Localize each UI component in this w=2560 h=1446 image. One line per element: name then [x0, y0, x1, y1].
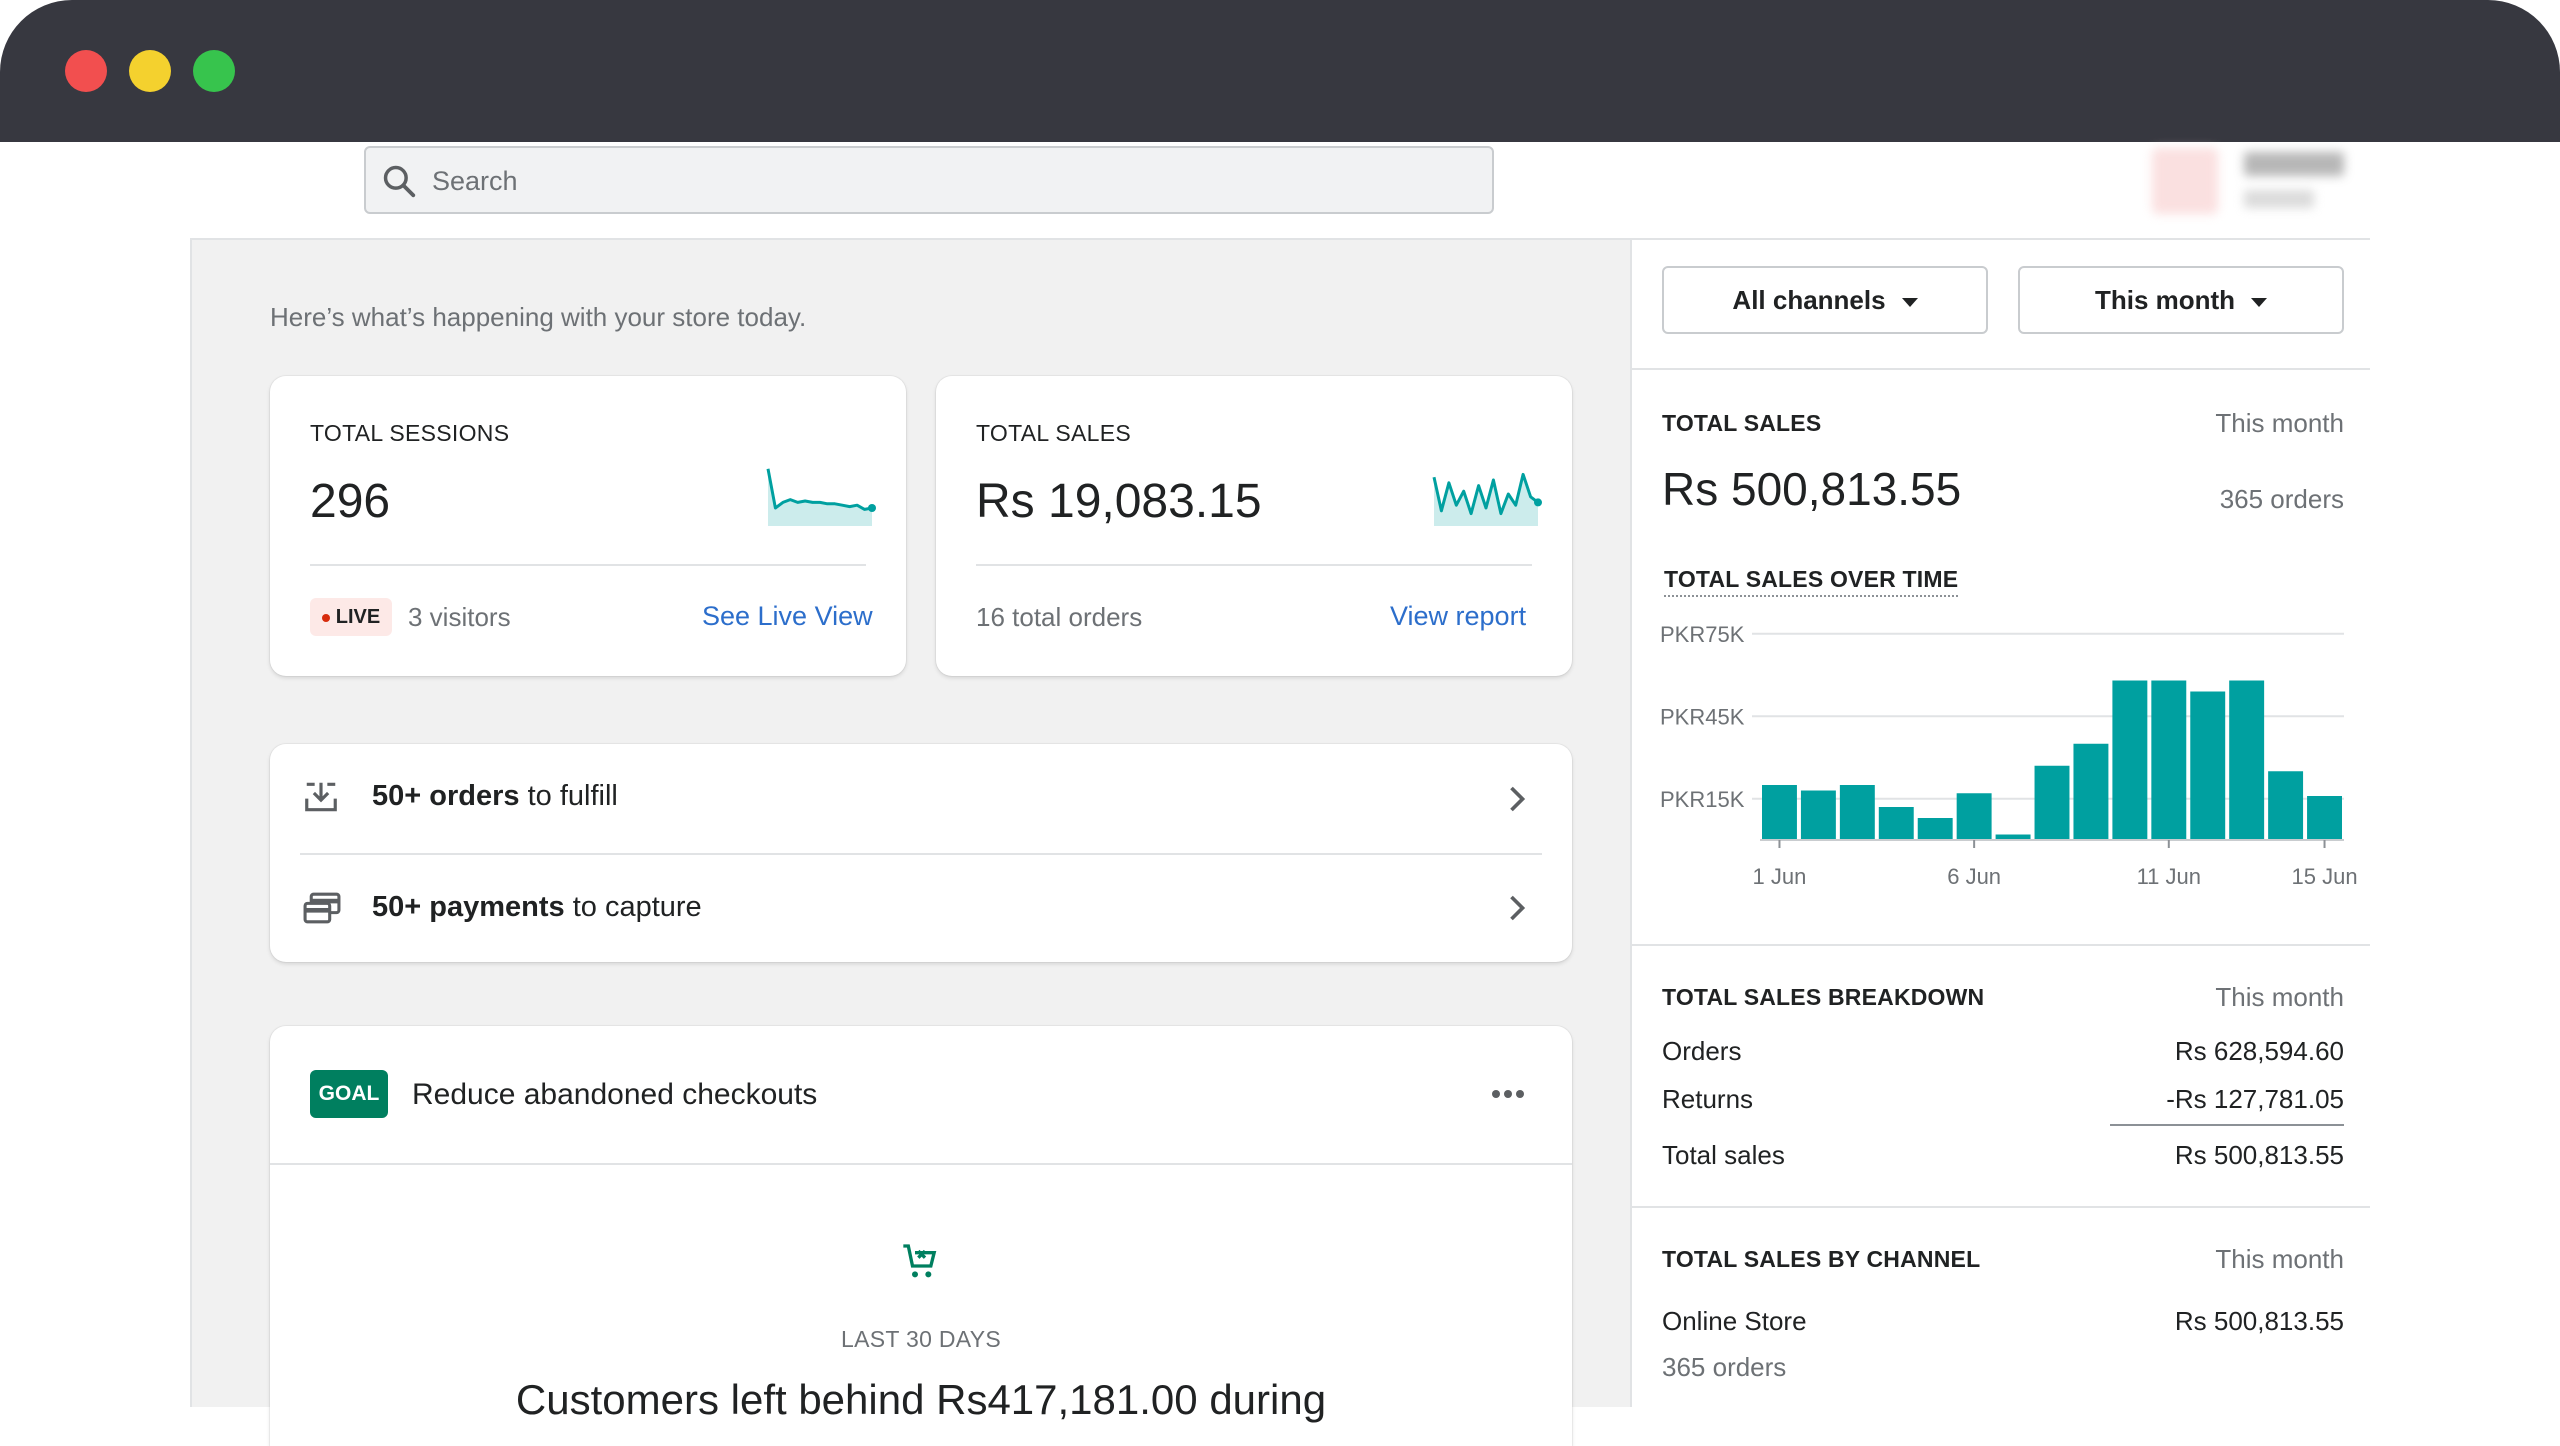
breakdown-orders-label: Orders: [1662, 1036, 1742, 1066]
period-filter-dropdown[interactable]: This month: [2018, 266, 2344, 334]
breakdown-orders-value: Rs 628,594.60: [2174, 1036, 2344, 1066]
search-icon: [383, 165, 416, 198]
y-tick-label: PKR75K: [1660, 622, 1745, 647]
divider: [1632, 368, 2370, 370]
chart-bar: [2151, 680, 2187, 840]
chevron-right-icon: [1510, 786, 1526, 812]
sparkline-area: [768, 468, 872, 526]
sales-sparkline: [1432, 472, 1542, 526]
visitors-count: 3 visitors: [408, 602, 511, 632]
channel-online-store-orders: 365 orders: [1662, 1352, 1787, 1382]
task-payments-action: to capture: [564, 891, 702, 923]
live-badge: LIVE: [310, 598, 392, 636]
chart-bar: [2307, 796, 2342, 840]
sessions-sparkline: [766, 468, 876, 526]
x-tick-label: 1 Jun: [1753, 864, 1807, 889]
caret-down-icon: [1901, 297, 1918, 307]
see-live-view-link[interactable]: See Live View: [702, 601, 873, 632]
chart-bar: [1800, 790, 1836, 840]
breakdown-sum-line: [2110, 1124, 2344, 1126]
download-tray-icon: [305, 782, 337, 812]
chevron-right-icon: [1510, 895, 1526, 921]
total-sales-orders: 365 orders: [2219, 484, 2344, 514]
task-payments-to-capture[interactable]: 50+ payments to capture: [270, 855, 1572, 962]
live-dot-icon: [321, 613, 330, 622]
by-channel-label: TOTAL SALES BY CHANNEL: [1662, 1246, 1981, 1272]
divider: [1632, 944, 2370, 946]
chart-bar: [2073, 743, 2109, 840]
chart-bar: [1917, 818, 1953, 840]
chart-bar: [2190, 691, 2226, 840]
sales-over-time-chart: PKR75K PKR45K PKR15K 1 Jun 6 Jun 11 Jun 15 Jun: [1660, 622, 2358, 889]
by-channel-period: This month: [2215, 1244, 2344, 1274]
chart-bar: [1762, 785, 1797, 840]
more-options-icon[interactable]: [1490, 1088, 1526, 1100]
sparkline-endpoint: [868, 504, 876, 512]
divider: [310, 564, 866, 566]
live-badge-label: LIVE: [335, 606, 381, 628]
page-subtitle: Here’s what’s happening with your store …: [270, 302, 807, 332]
divider: [1632, 1206, 2370, 1208]
x-tick-label: 6 Jun: [1947, 864, 2001, 889]
sessions-label: TOTAL SESSIONS: [310, 420, 510, 446]
breakdown-total-value: Rs 500,813.55: [2174, 1140, 2344, 1170]
period-filter-label: This month: [2094, 285, 2236, 315]
channel-online-store: Online Store: [1662, 1306, 1807, 1336]
chart-bar: [2229, 680, 2265, 840]
account-menu[interactable]: [2152, 148, 2352, 218]
window-titlebar: [0, 0, 2560, 142]
account-store-blurred: [2244, 190, 2314, 208]
chart-bar: [1956, 793, 1992, 840]
x-tick-label: 15 Jun: [2292, 864, 2358, 889]
chart-bar: [1878, 807, 1914, 840]
total-sales-label: TOTAL SALES: [1662, 410, 1822, 436]
chart-bar: [2268, 771, 2304, 840]
divider: [270, 1163, 1572, 1165]
breakdown-total-label: Total sales: [1662, 1140, 1785, 1170]
close-window-button[interactable]: [65, 50, 107, 92]
breakdown-period: This month: [2215, 982, 2344, 1012]
task-orders-count: 50+ orders: [372, 780, 520, 812]
task-payments-text: 50+ payments to capture: [372, 891, 702, 924]
view-report-link[interactable]: View report: [1390, 601, 1526, 632]
total-orders-count: 16 total orders: [976, 602, 1143, 632]
divider: [976, 564, 1532, 566]
maximize-window-button[interactable]: [193, 50, 235, 92]
chart-bar: [1839, 785, 1875, 840]
task-orders-action: to fulfill: [519, 780, 618, 812]
goal-title: Reduce abandoned checkouts: [412, 1078, 818, 1111]
sales-value: Rs 19,083.15: [976, 475, 1262, 528]
sparkline-endpoint: [1534, 498, 1542, 507]
sales-over-time-label[interactable]: TOTAL SALES OVER TIME: [1664, 566, 1959, 597]
avatar: [2152, 148, 2218, 214]
channel-filter-label: All channels: [1732, 285, 1886, 315]
task-orders-to-fulfill[interactable]: 50+ orders to fulfill: [270, 744, 1572, 853]
chart-bar: [2112, 680, 2148, 840]
goal-period: LAST 30 DAYS: [841, 1326, 1001, 1352]
minimize-window-button[interactable]: [129, 50, 171, 92]
breakdown-label: TOTAL SALES BREAKDOWN: [1662, 984, 1985, 1010]
breakdown-returns-value: -Rs 127,781.05: [2166, 1084, 2344, 1114]
goal-headline: Customers left behind Rs417,181.00 durin…: [515, 1376, 1327, 1423]
channel-filter-dropdown[interactable]: All channels: [1662, 266, 1988, 334]
goal-badge: GOAL: [310, 1070, 388, 1118]
total-sales-value: Rs 500,813.55: [1662, 463, 1962, 515]
caret-down-icon: [2251, 297, 2268, 307]
abandoned-cart-icon: [903, 1244, 937, 1278]
sessions-value: 296: [310, 475, 391, 528]
task-orders-text: 50+ orders to fulfill: [372, 780, 618, 813]
breakdown-returns-label: Returns: [1662, 1084, 1754, 1114]
sales-label: TOTAL SALES: [976, 420, 1131, 446]
channel-online-store-value: Rs 500,813.55: [2174, 1306, 2344, 1336]
credit-card-icon: [303, 892, 341, 924]
sparkline-line: [766, 468, 873, 511]
task-payments-count: 50+ payments: [372, 891, 565, 923]
y-tick-label: PKR15K: [1660, 787, 1745, 812]
x-tick-label: 11 Jun: [2137, 864, 2201, 889]
search-input[interactable]: [432, 160, 1332, 202]
total-sales-period: This month: [2215, 408, 2344, 438]
chart-bar: [2034, 765, 2070, 840]
account-name-blurred: [2244, 152, 2344, 176]
y-tick-label: PKR45K: [1660, 704, 1745, 729]
